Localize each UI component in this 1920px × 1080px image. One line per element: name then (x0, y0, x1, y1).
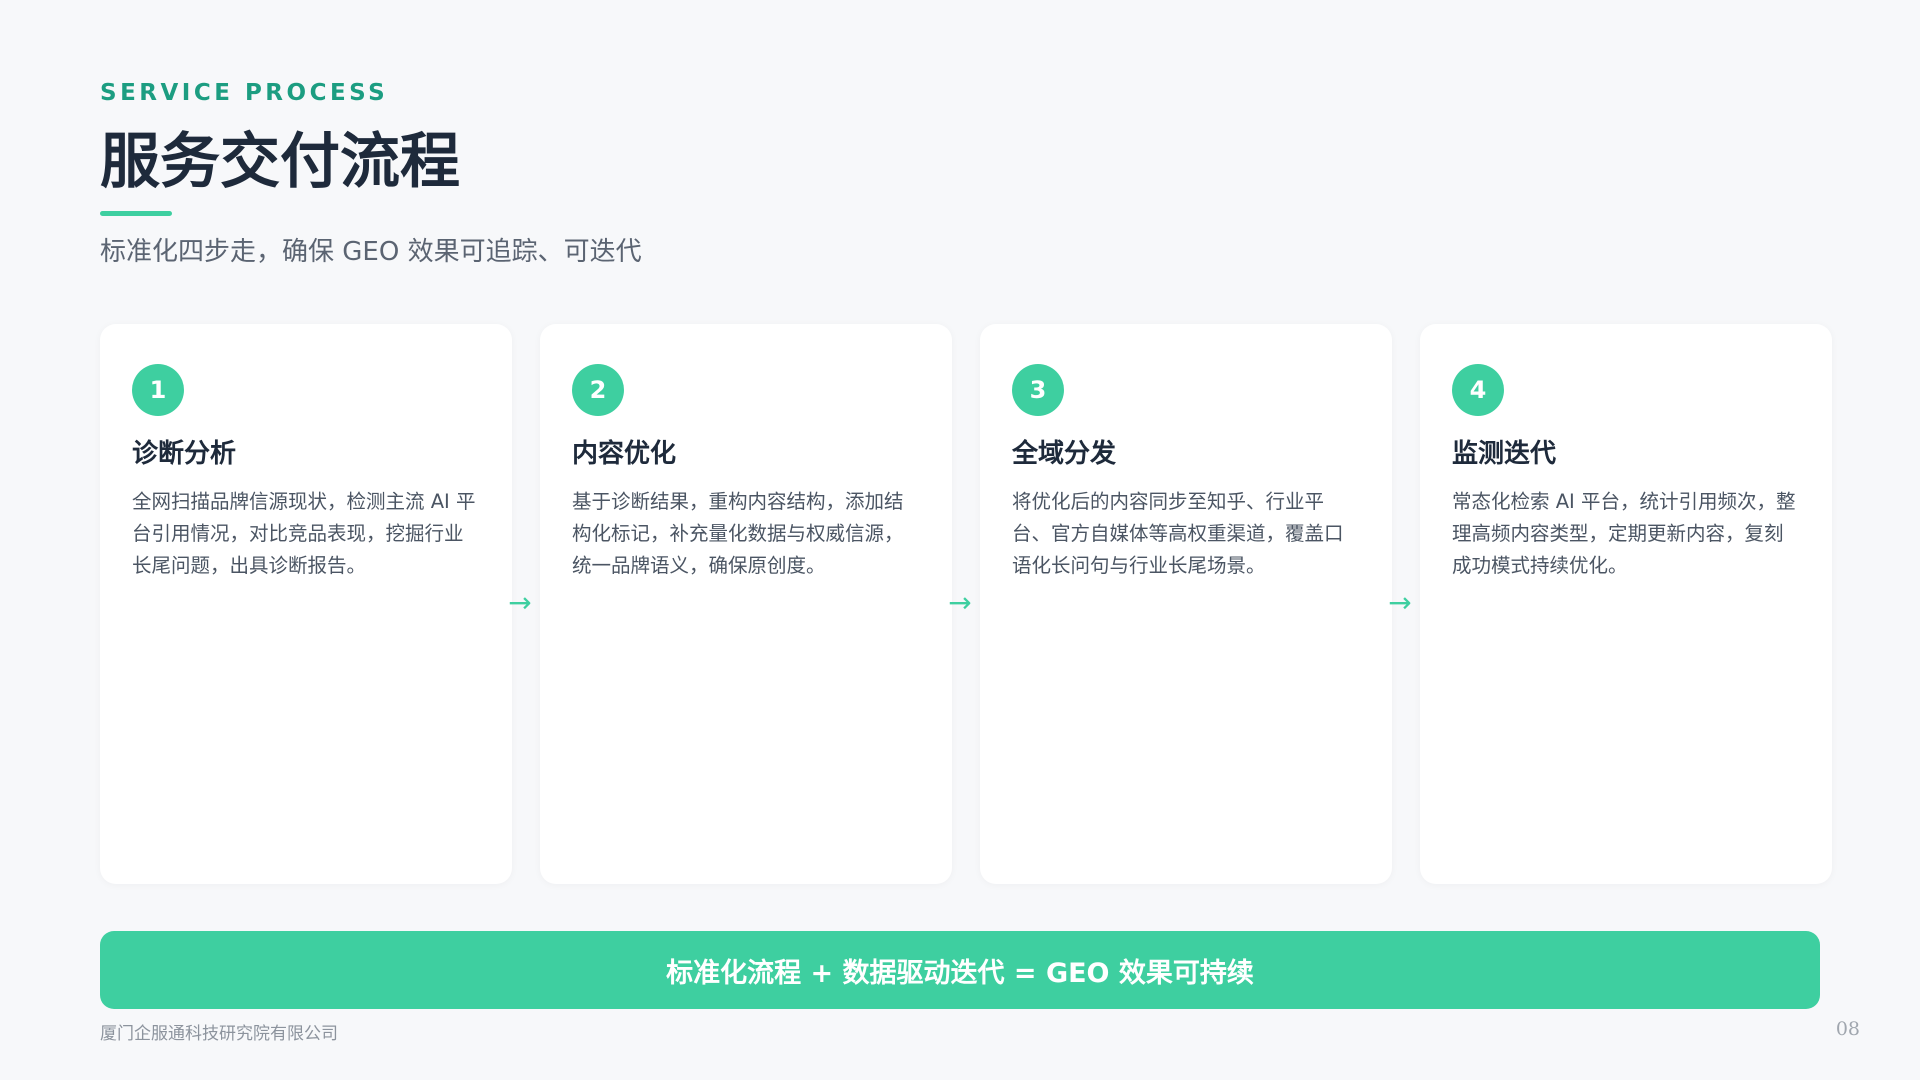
arrow-right-icon: → (948, 586, 972, 619)
step-description: 常态化检索 AI 平台，统计引用频次，整理高频内容类型，定期更新内容，复刻成功模… (1452, 490, 1796, 577)
step-number-badge: 4 (1452, 364, 1504, 416)
step-title: 监测迭代 (1452, 439, 1557, 469)
step-description: 全网扫描品牌信源现状，检测主流 AI 平台引用情况，对比竞品表现，挖掘行业长尾问… (132, 490, 476, 577)
step-card-1: 1 诊断分析 全网扫描品牌信源现状，检测主流 AI 平台引用情况，对比竞品表现，… (100, 324, 512, 884)
summary-banner: 标准化流程 + 数据驱动迭代 = GEO 效果可持续 (100, 931, 1820, 1009)
arrow-right-icon: → (1388, 586, 1412, 619)
step-title: 全域分发 (1012, 439, 1117, 469)
step-number-badge: 3 (1012, 364, 1064, 416)
footer-company: 厦门企服通科技研究院有限公司 (100, 1024, 338, 1044)
step-number-badge: 1 (132, 364, 184, 416)
page-subtitle: 标准化四步走，确保 GEO 效果可追踪、可迭代 (100, 237, 642, 267)
step-card-2: 2 内容优化 基于诊断结果，重构内容结构，添加结构化标记，补充量化数据与权威信源… (540, 324, 952, 884)
eyebrow-label: SERVICE PROCESS (100, 80, 389, 106)
arrow-right-icon: → (508, 586, 532, 619)
step-title: 诊断分析 (132, 439, 237, 469)
step-number-badge: 2 (572, 364, 624, 416)
page-number: 08 (1835, 1018, 1860, 1040)
step-card-3: 3 全域分发 将优化后的内容同步至知乎、行业平台、官方自媒体等高权重渠道，覆盖口… (980, 324, 1392, 884)
step-description: 基于诊断结果，重构内容结构，添加结构化标记，补充量化数据与权威信源，统一品牌语义… (572, 490, 904, 577)
page-title: 服务交付流程 (100, 127, 460, 197)
title-accent-line (100, 211, 172, 216)
step-card-4: 4 监测迭代 常态化检索 AI 平台，统计引用频次，整理高频内容类型，定期更新内… (1420, 324, 1832, 884)
step-title: 内容优化 (572, 439, 677, 469)
step-description: 将优化后的内容同步至知乎、行业平台、官方自媒体等高权重渠道，覆盖口语化长问句与行… (1012, 490, 1344, 577)
